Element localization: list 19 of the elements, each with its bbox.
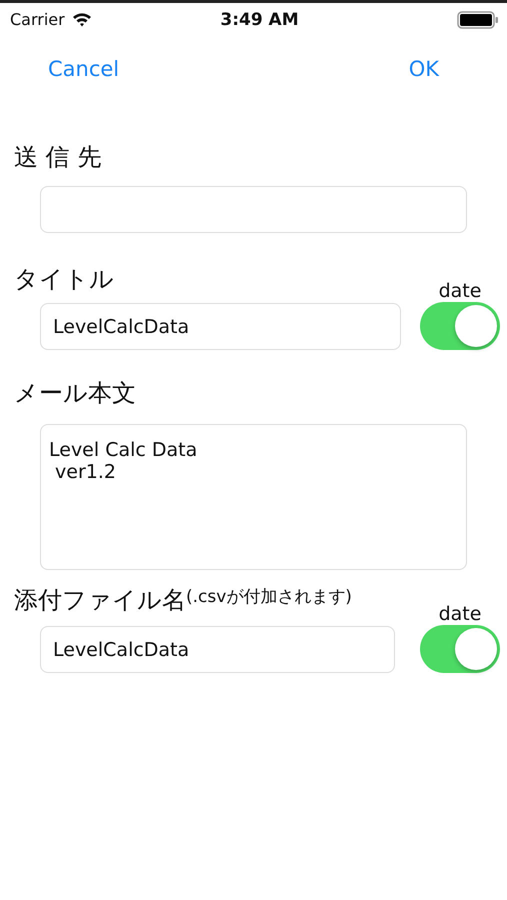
input-field[interactable] bbox=[40, 186, 467, 233]
ok-button[interactable]: OK bbox=[408, 57, 439, 81]
carrier-label: Carrier bbox=[10, 10, 65, 29]
cancel-button[interactable]: Cancel bbox=[48, 57, 120, 81]
toggle-label: date bbox=[438, 280, 482, 302]
field-note: (.csvが付加されます) bbox=[186, 586, 352, 609]
field-label: タイトル bbox=[14, 264, 114, 294]
clock-time: 3:49 AM bbox=[220, 10, 299, 30]
wifi-icon bbox=[72, 12, 92, 27]
input-field[interactable]: LevelCalcData bbox=[40, 303, 401, 350]
toggle-switch[interactable] bbox=[420, 302, 500, 350]
toggle-switch[interactable] bbox=[420, 625, 500, 673]
battery-icon bbox=[457, 10, 499, 28]
input-field[interactable]: LevelCalcData bbox=[40, 626, 395, 673]
field-label: 添付ファイル名 bbox=[14, 585, 186, 615]
field-label: 送 信 先 bbox=[14, 142, 102, 172]
field-label: メール本文 bbox=[14, 378, 136, 408]
toggle-label: date bbox=[438, 603, 482, 625]
message-field[interactable]: Level Calc Data ver1.2 bbox=[40, 424, 467, 570]
